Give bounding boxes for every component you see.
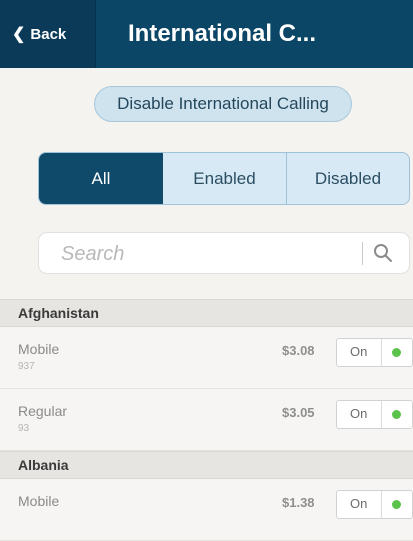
rate-row: Regular 93 $3.05 On <box>0 389 413 451</box>
rate-price: $3.08 <box>282 343 315 358</box>
enable-toggle[interactable]: On <box>336 490 413 519</box>
enable-toggle[interactable]: On <box>336 338 413 367</box>
toggle-state-label: On <box>350 496 368 511</box>
rate-type-label: Mobile <box>18 341 60 357</box>
search-input[interactable] <box>59 233 363 275</box>
toggle-state-label: On <box>350 344 368 359</box>
toggle-divider <box>381 491 382 518</box>
rate-type-label: Mobile <box>18 493 60 509</box>
status-dot-icon <box>392 410 401 419</box>
rate-row: Mobile 937 $3.08 On <box>0 327 413 389</box>
toggle-state-label: On <box>350 406 368 421</box>
search-icon[interactable] <box>372 242 394 264</box>
rate-type-label: Regular <box>18 403 68 419</box>
rate-price: $1.38 <box>282 495 315 510</box>
back-label: Back <box>30 25 67 43</box>
dial-code: 93 <box>18 423 30 434</box>
rate-price: $3.05 <box>282 405 315 420</box>
status-dot-icon <box>392 500 401 509</box>
back-button[interactable]: ❮ Back <box>0 0 96 68</box>
segment-disabled[interactable]: Disabled <box>287 153 409 204</box>
navigation-bar: ❮ Back International C... <box>0 0 413 68</box>
dial-code: 937 <box>18 361 35 372</box>
status-dot-icon <box>392 348 401 357</box>
page-title: International C... <box>128 20 317 47</box>
section-header-albania: Albania <box>0 451 413 479</box>
rate-row: Mobile $1.38 On <box>0 479 413 541</box>
search-divider <box>362 242 363 265</box>
toggle-divider <box>381 401 382 428</box>
toggle-divider <box>381 339 382 366</box>
search-bar <box>38 232 410 275</box>
section-header-afghanistan: Afghanistan <box>0 299 413 327</box>
disable-international-calling-button[interactable]: Disable International Calling <box>94 86 352 122</box>
filter-segmented-control: All Enabled Disabled <box>38 152 410 205</box>
chevron-left-icon: ❮ <box>12 26 26 43</box>
segment-all[interactable]: All <box>39 153 163 204</box>
segment-enabled[interactable]: Enabled <box>163 153 287 204</box>
enable-toggle[interactable]: On <box>336 400 413 429</box>
